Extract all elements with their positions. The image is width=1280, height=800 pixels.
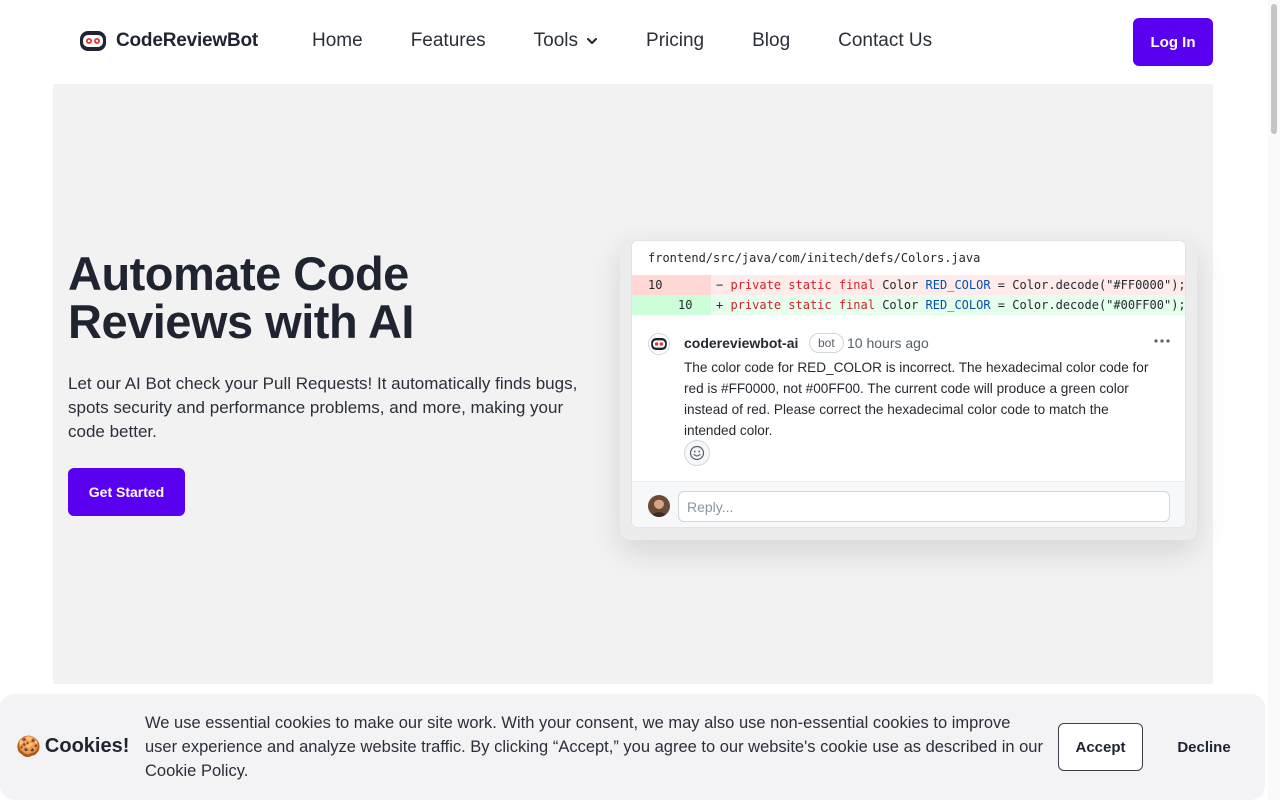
code-keyword: private static final bbox=[730, 278, 875, 292]
scrollbar-thumb[interactable] bbox=[1271, 4, 1277, 134]
login-button[interactable]: Log In bbox=[1133, 18, 1213, 66]
nav-features[interactable]: Features bbox=[411, 30, 486, 52]
line-number-cell: 10 bbox=[632, 275, 711, 295]
nav-tools-label: Tools bbox=[533, 30, 579, 51]
bot-avatar bbox=[648, 333, 670, 355]
brand-name: CodeReviewBot bbox=[116, 30, 259, 51]
brand-link[interactable]: CodeReviewBot bbox=[78, 28, 258, 54]
code-constant: RED_COLOR bbox=[925, 278, 991, 292]
code-rest: = Color.decode("#FF0000"); bbox=[990, 278, 1186, 292]
add-reaction-button[interactable] bbox=[684, 440, 710, 466]
diff-deleted-line: 10 − private static final Color RED_COLO… bbox=[632, 275, 1186, 295]
smiley-icon bbox=[689, 445, 705, 461]
chevron-down-icon bbox=[587, 38, 598, 44]
accept-cookies-button[interactable]: Accept bbox=[1058, 723, 1143, 771]
new-line-number: 10 bbox=[678, 298, 693, 312]
site-header: CodeReviewBot Home Features Tools Pricin… bbox=[0, 0, 1268, 84]
hero-subtitle: Let our AI Bot check your Pull Requests!… bbox=[68, 374, 578, 441]
review-preview: frontend/src/java/com/initech/defs/Color… bbox=[620, 238, 1197, 540]
reply-bar bbox=[632, 481, 1185, 527]
decline-cookies-button[interactable]: Decline bbox=[1160, 723, 1248, 771]
diff-marker: + bbox=[716, 298, 724, 312]
nav-contact-us[interactable]: Contact Us bbox=[838, 30, 932, 52]
nav-pricing[interactable]: Pricing bbox=[646, 30, 704, 52]
reply-input[interactable] bbox=[678, 491, 1170, 522]
code-constant: RED_COLOR bbox=[925, 298, 991, 312]
added-code: + private static final Color RED_COLOR =… bbox=[716, 295, 1186, 315]
old-line-number: 10 bbox=[648, 278, 663, 292]
cookie-banner: 🍪 Cookies! We use essential cookies to m… bbox=[0, 694, 1265, 800]
get-started-button[interactable]: Get Started bbox=[68, 468, 185, 516]
robot-logo-icon bbox=[80, 31, 106, 51]
cookie-text: We use essential cookies to make our sit… bbox=[145, 714, 1043, 780]
cookie-title: 🍪 Cookies! bbox=[16, 734, 129, 759]
comment-author[interactable]: codereviewbot-ai bbox=[684, 335, 798, 351]
code-type: Color bbox=[874, 298, 926, 312]
bot-badge: bot bbox=[809, 333, 844, 353]
cookie-icon: 🍪 bbox=[16, 736, 41, 758]
diff-added-line: 10 + private static final Color RED_COLO… bbox=[632, 295, 1186, 315]
code-keyword: private static final bbox=[730, 298, 875, 312]
nav-blog[interactable]: Blog bbox=[752, 30, 790, 52]
main-nav: Home Features Tools Pricing Blog Contact… bbox=[312, 30, 932, 52]
user-photo-icon bbox=[648, 495, 670, 517]
diff-marker: − bbox=[716, 278, 724, 292]
line-number-cell: 10 bbox=[632, 295, 711, 315]
robot-avatar-icon bbox=[651, 338, 667, 350]
code-type: Color bbox=[874, 278, 926, 292]
file-path: frontend/src/java/com/initech/defs/Color… bbox=[648, 251, 981, 265]
deleted-code: − private static final Color RED_COLOR =… bbox=[716, 275, 1186, 295]
review-card: frontend/src/java/com/initech/defs/Color… bbox=[631, 240, 1186, 528]
user-avatar bbox=[648, 495, 670, 517]
nav-home[interactable]: Home bbox=[312, 30, 363, 52]
page-scrollbar[interactable] bbox=[1268, 0, 1280, 800]
comment-body: The color code for RED_COLOR is incorrec… bbox=[684, 360, 1149, 438]
comment-timestamp[interactable]: 10 hours ago bbox=[847, 335, 929, 351]
cookie-title-text: Cookies! bbox=[44, 735, 130, 757]
code-rest: = Color.decode("#00FF00"); bbox=[990, 298, 1186, 312]
more-options-icon[interactable] bbox=[1152, 333, 1172, 349]
nav-tools[interactable]: Tools bbox=[534, 30, 598, 52]
hero-title: Automate Code Reviews with AI bbox=[68, 247, 414, 348]
hero-section: Automate Code Reviews with AI Let our AI… bbox=[53, 84, 1213, 684]
